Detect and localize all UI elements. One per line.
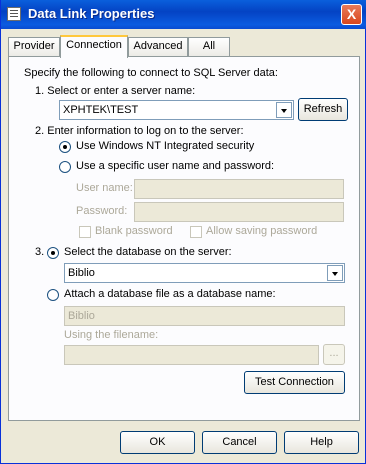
attach-database-radio[interactable] [47, 289, 59, 301]
database-combobox[interactable]: Biblio [64, 263, 345, 283]
server-name-value: XPHTEK\TEST [63, 104, 139, 116]
window-title: Data Link Properties [28, 6, 155, 21]
password-label: Password: [76, 205, 128, 217]
database-value: Biblio [68, 267, 95, 279]
close-button[interactable]: X [341, 4, 362, 25]
ok-button[interactable]: OK [120, 431, 195, 454]
server-step-label: 1. Select or enter a server name: [35, 85, 196, 97]
filename-label: Using the filename: [64, 329, 159, 341]
blank-password-checkbox[interactable] [79, 226, 91, 238]
filename-input[interactable] [64, 345, 319, 365]
tab-provider[interactable]: Provider [8, 37, 60, 56]
connection-panel: Specify the following to connect to SQL … [8, 56, 360, 421]
tab-connection[interactable]: Connection [60, 35, 128, 58]
dialog-window: Data Link Properties X Provider Connecti… [0, 0, 366, 464]
intro-text: Specify the following to connect to SQL … [24, 67, 278, 79]
specific-user-label: Use a specific user name and password: [76, 160, 275, 172]
test-connection-button[interactable]: Test Connection [244, 371, 345, 394]
windows-nt-security-radio[interactable] [59, 141, 71, 153]
title-bar: Data Link Properties X [1, 0, 366, 29]
logon-step-label: 2. Enter information to log on to the se… [35, 125, 244, 137]
browse-button[interactable]: ... [323, 344, 345, 365]
database-step-number: 3. [35, 246, 45, 258]
attach-database-name-input[interactable]: Biblio [64, 306, 345, 326]
chevron-down-icon[interactable] [327, 265, 343, 281]
chevron-down-icon[interactable] [276, 102, 292, 118]
select-database-radio[interactable] [47, 247, 59, 259]
cancel-button[interactable]: Cancel [202, 431, 277, 454]
help-button[interactable]: Help [284, 431, 359, 454]
app-icon [7, 7, 21, 21]
allow-saving-checkbox[interactable] [190, 226, 202, 238]
username-input[interactable] [134, 179, 344, 199]
attach-database-label: Attach a database file as a database nam… [64, 288, 276, 300]
allow-saving-label: Allow saving password [206, 225, 318, 237]
password-input[interactable] [134, 202, 344, 222]
tab-all[interactable]: All [188, 37, 230, 56]
tab-advanced[interactable]: Advanced [128, 37, 188, 56]
windows-nt-security-label: Use Windows NT Integrated security [76, 140, 255, 152]
specific-user-radio[interactable] [59, 161, 71, 173]
attach-database-value: Biblio [68, 310, 95, 322]
username-label: User name: [76, 182, 133, 194]
server-name-combobox[interactable]: XPHTEK\TEST [59, 100, 294, 120]
select-database-label: Select the database on the server: [64, 246, 232, 258]
blank-password-label: Blank password [95, 225, 173, 237]
refresh-button[interactable]: Refresh [298, 98, 348, 121]
